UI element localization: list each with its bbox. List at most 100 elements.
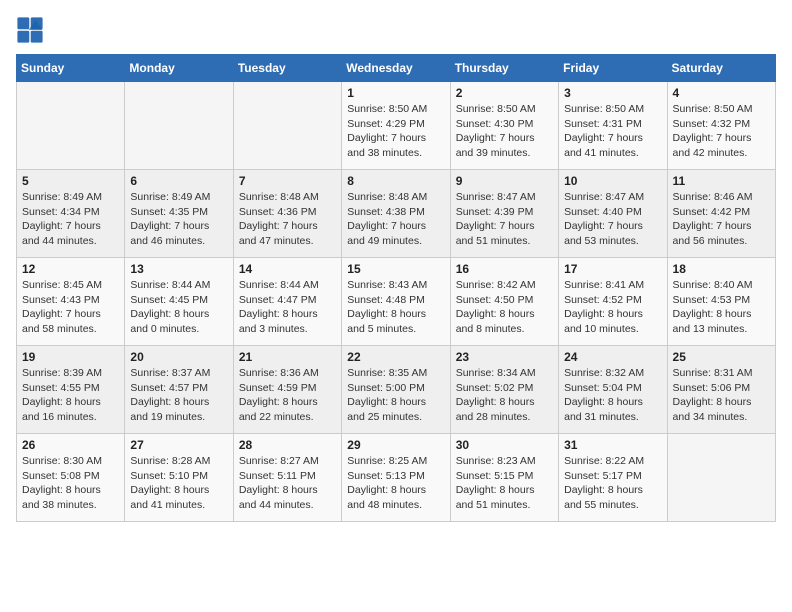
calendar-cell xyxy=(667,434,775,522)
calendar-cell: 13 Sunrise: 8:44 AM Sunset: 4:45 PM Dayli… xyxy=(125,258,233,346)
calendar-cell: 31Sunrise: 8:22 AM Sunset: 5:17 PM Dayli… xyxy=(559,434,667,522)
day-info: Sunrise: 8:32 AM Sunset: 5:04 PM Dayligh… xyxy=(564,366,661,425)
calendar-cell: 2Sunrise: 8:50 AM Sunset: 4:30 PM Daylig… xyxy=(450,82,558,170)
weekday-header-saturday: Saturday xyxy=(667,55,775,82)
calendar-cell: 4Sunrise: 8:50 AM Sunset: 4:32 PM Daylig… xyxy=(667,82,775,170)
day-number: 18 xyxy=(673,262,770,276)
calendar-cell: 20Sunrise: 8:37 AM Sunset: 4:57 PM Dayli… xyxy=(125,346,233,434)
day-number: 20 xyxy=(130,350,227,364)
day-info: Sunrise: 8:50 AM Sunset: 4:30 PM Dayligh… xyxy=(456,102,553,161)
calendar-cell xyxy=(233,82,341,170)
day-info: Sunrise: 8:50 AM Sunset: 4:29 PM Dayligh… xyxy=(347,102,444,161)
calendar-cell xyxy=(17,82,125,170)
calendar-week-row: 19 Sunrise: 8:39 AM Sunset: 4:55 PM Dayli… xyxy=(17,346,776,434)
day-number: 22 xyxy=(347,350,444,364)
day-info: Sunrise: 8:36 AM Sunset: 4:59 PM Dayligh… xyxy=(239,366,336,425)
calendar-cell: 30 Sunrise: 8:23 AM Sunset: 5:15 PM Dayli… xyxy=(450,434,558,522)
day-info: Sunrise: 8:23 AM Sunset: 5:15 PM Dayligh… xyxy=(456,454,553,513)
weekday-header-monday: Monday xyxy=(125,55,233,82)
day-info: Sunrise: 8:42 AM Sunset: 4:50 PM Dayligh… xyxy=(456,278,553,337)
day-info: Sunrise: 8:47 AM Sunset: 4:40 PM Dayligh… xyxy=(564,190,661,249)
calendar-cell: 21 Sunrise: 8:36 AM Sunset: 4:59 PM Dayli… xyxy=(233,346,341,434)
day-info: Sunrise: 8:48 AM Sunset: 4:38 PM Dayligh… xyxy=(347,190,444,249)
day-number: 26 xyxy=(22,438,119,452)
day-info: Sunrise: 8:44 AM Sunset: 4:45 PM Dayligh… xyxy=(130,278,227,337)
calendar-cell: 14 Sunrise: 8:44 AM Sunset: 4:47 PM Dayli… xyxy=(233,258,341,346)
day-number: 30 xyxy=(456,438,553,452)
day-info: Sunrise: 8:35 AM Sunset: 5:00 PM Dayligh… xyxy=(347,366,444,425)
calendar-cell xyxy=(125,82,233,170)
calendar-cell: 19 Sunrise: 8:39 AM Sunset: 4:55 PM Dayli… xyxy=(17,346,125,434)
calendar-cell: 28 Sunrise: 8:27 AM Sunset: 5:11 PM Dayli… xyxy=(233,434,341,522)
day-number: 17 xyxy=(564,262,661,276)
day-info: Sunrise: 8:40 AM Sunset: 4:53 PM Dayligh… xyxy=(673,278,770,337)
calendar-cell: 26 Sunrise: 8:30 AM Sunset: 5:08 PM Dayli… xyxy=(17,434,125,522)
weekday-header-tuesday: Tuesday xyxy=(233,55,341,82)
day-number: 13 xyxy=(130,262,227,276)
calendar-cell: 5 Sunrise: 8:49 AM Sunset: 4:34 PM Daylig… xyxy=(17,170,125,258)
day-info: Sunrise: 8:34 AM Sunset: 5:02 PM Dayligh… xyxy=(456,366,553,425)
day-info: Sunrise: 8:43 AM Sunset: 4:48 PM Dayligh… xyxy=(347,278,444,337)
weekday-header-row: SundayMondayTuesdayWednesdayThursdayFrid… xyxy=(17,55,776,82)
weekday-header-sunday: Sunday xyxy=(17,55,125,82)
day-number: 14 xyxy=(239,262,336,276)
day-number: 9 xyxy=(456,174,553,188)
page-header xyxy=(16,16,776,44)
calendar-cell: 25Sunrise: 8:31 AM Sunset: 5:06 PM Dayli… xyxy=(667,346,775,434)
calendar-header: SundayMondayTuesdayWednesdayThursdayFrid… xyxy=(17,55,776,82)
logo xyxy=(16,16,48,44)
day-number: 24 xyxy=(564,350,661,364)
day-info: Sunrise: 8:25 AM Sunset: 5:13 PM Dayligh… xyxy=(347,454,444,513)
calendar-cell: 29 Sunrise: 8:25 AM Sunset: 5:13 PM Dayli… xyxy=(342,434,450,522)
day-info: Sunrise: 8:47 AM Sunset: 4:39 PM Dayligh… xyxy=(456,190,553,249)
day-info: Sunrise: 8:41 AM Sunset: 4:52 PM Dayligh… xyxy=(564,278,661,337)
calendar-body: 1 Sunrise: 8:50 AM Sunset: 4:29 PM Daylig… xyxy=(17,82,776,522)
weekday-header-thursday: Thursday xyxy=(450,55,558,82)
calendar-cell: 1 Sunrise: 8:50 AM Sunset: 4:29 PM Daylig… xyxy=(342,82,450,170)
day-info: Sunrise: 8:39 AM Sunset: 4:55 PM Dayligh… xyxy=(22,366,119,425)
day-number: 5 xyxy=(22,174,119,188)
day-info: Sunrise: 8:45 AM Sunset: 4:43 PM Dayligh… xyxy=(22,278,119,337)
day-number: 28 xyxy=(239,438,336,452)
calendar-week-row: 12Sunrise: 8:45 AM Sunset: 4:43 PM Dayli… xyxy=(17,258,776,346)
calendar-cell: 11 Sunrise: 8:46 AM Sunset: 4:42 PM Dayli… xyxy=(667,170,775,258)
calendar-cell: 23 Sunrise: 8:34 AM Sunset: 5:02 PM Dayli… xyxy=(450,346,558,434)
day-info: Sunrise: 8:30 AM Sunset: 5:08 PM Dayligh… xyxy=(22,454,119,513)
calendar-cell: 15Sunrise: 8:43 AM Sunset: 4:48 PM Dayli… xyxy=(342,258,450,346)
day-number: 16 xyxy=(456,262,553,276)
calendar-cell: 27Sunrise: 8:28 AM Sunset: 5:10 PM Dayli… xyxy=(125,434,233,522)
day-number: 19 xyxy=(22,350,119,364)
day-number: 31 xyxy=(564,438,661,452)
day-number: 6 xyxy=(130,174,227,188)
day-number: 8 xyxy=(347,174,444,188)
day-number: 7 xyxy=(239,174,336,188)
day-info: Sunrise: 8:49 AM Sunset: 4:34 PM Dayligh… xyxy=(22,190,119,249)
day-number: 10 xyxy=(564,174,661,188)
calendar-cell: 12Sunrise: 8:45 AM Sunset: 4:43 PM Dayli… xyxy=(17,258,125,346)
day-number: 23 xyxy=(456,350,553,364)
day-number: 4 xyxy=(673,86,770,100)
day-number: 21 xyxy=(239,350,336,364)
day-info: Sunrise: 8:50 AM Sunset: 4:31 PM Dayligh… xyxy=(564,102,661,161)
weekday-header-friday: Friday xyxy=(559,55,667,82)
day-info: Sunrise: 8:49 AM Sunset: 4:35 PM Dayligh… xyxy=(130,190,227,249)
day-info: Sunrise: 8:27 AM Sunset: 5:11 PM Dayligh… xyxy=(239,454,336,513)
weekday-header-wednesday: Wednesday xyxy=(342,55,450,82)
day-number: 11 xyxy=(673,174,770,188)
calendar-cell: 24 Sunrise: 8:32 AM Sunset: 5:04 PM Dayli… xyxy=(559,346,667,434)
day-info: Sunrise: 8:44 AM Sunset: 4:47 PM Dayligh… xyxy=(239,278,336,337)
calendar-week-row: 26 Sunrise: 8:30 AM Sunset: 5:08 PM Dayli… xyxy=(17,434,776,522)
calendar-cell: 8 Sunrise: 8:48 AM Sunset: 4:38 PM Daylig… xyxy=(342,170,450,258)
calendar-cell: 22 Sunrise: 8:35 AM Sunset: 5:00 PM Dayli… xyxy=(342,346,450,434)
logo-icon xyxy=(16,16,44,44)
calendar-week-row: 1 Sunrise: 8:50 AM Sunset: 4:29 PM Daylig… xyxy=(17,82,776,170)
day-number: 1 xyxy=(347,86,444,100)
day-info: Sunrise: 8:46 AM Sunset: 4:42 PM Dayligh… xyxy=(673,190,770,249)
day-info: Sunrise: 8:28 AM Sunset: 5:10 PM Dayligh… xyxy=(130,454,227,513)
calendar-cell: 7Sunrise: 8:48 AM Sunset: 4:36 PM Daylig… xyxy=(233,170,341,258)
day-number: 29 xyxy=(347,438,444,452)
calendar-cell: 3Sunrise: 8:50 AM Sunset: 4:31 PM Daylig… xyxy=(559,82,667,170)
calendar-cell: 16 Sunrise: 8:42 AM Sunset: 4:50 PM Dayli… xyxy=(450,258,558,346)
calendar-table: SundayMondayTuesdayWednesdayThursdayFrid… xyxy=(16,54,776,522)
day-info: Sunrise: 8:31 AM Sunset: 5:06 PM Dayligh… xyxy=(673,366,770,425)
